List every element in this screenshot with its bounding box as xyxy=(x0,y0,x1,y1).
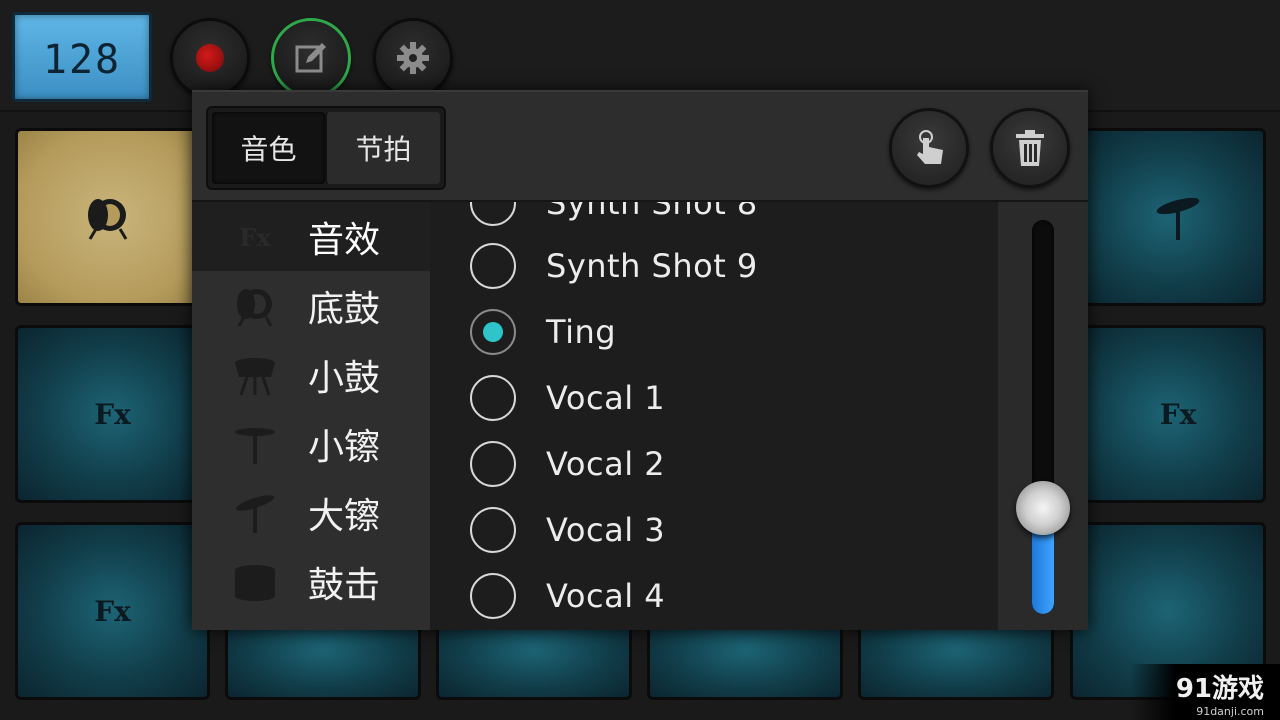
sound-radio[interactable] xyxy=(470,441,516,487)
tab-switcher: 音色 节拍 xyxy=(206,106,446,190)
category-item-drum-hit[interactable]: 鼓击 xyxy=(192,547,430,616)
category-list: Fx 音效 底鼓 小鼓 小镲 大镲 鼓击 xyxy=(192,202,430,630)
category-item-bass-drum[interactable]: 底鼓 xyxy=(192,271,430,340)
sound-item-selected[interactable]: Ting xyxy=(430,299,998,365)
sound-label: Vocal 4 xyxy=(546,577,666,615)
volume-panel xyxy=(998,202,1088,630)
settings-button[interactable] xyxy=(373,18,453,98)
category-item-sfx[interactable]: Fx 音效 xyxy=(192,202,430,271)
volume-slider-track[interactable] xyxy=(1032,220,1054,614)
tempo-display[interactable]: 128 xyxy=(12,12,152,102)
drum-hit-icon xyxy=(232,559,278,605)
pad-1-1[interactable] xyxy=(15,128,210,306)
tap-hand-icon xyxy=(917,130,943,164)
sound-radio[interactable] xyxy=(470,243,516,289)
fx-icon: Fx xyxy=(239,222,271,252)
category-label: 小镲 xyxy=(308,426,381,468)
dialog-header: 音色 节拍 xyxy=(192,90,1088,202)
sound-picker-dialog: 音色 节拍 Fx 音效 底鼓 小鼓 小镲 大镲 鼓击 Synth Shot 8 … xyxy=(192,90,1088,630)
sound-radio-selected[interactable] xyxy=(470,309,516,355)
crash-cymbal-icon xyxy=(232,490,278,536)
hihat-icon xyxy=(232,421,278,467)
tab-beat[interactable]: 节拍 xyxy=(325,112,440,184)
sound-item[interactable]: Vocal 2 xyxy=(430,431,998,497)
sound-item[interactable]: Vocal 4 xyxy=(430,563,998,629)
sound-label: Synth Shot 9 xyxy=(546,247,758,285)
sound-label: Synth Shot 8 xyxy=(546,202,758,222)
sound-list: Synth Shot 8 Synth Shot 9 Ting Vocal 1 V… xyxy=(430,202,998,630)
pad-1-6[interactable] xyxy=(1070,128,1266,306)
fx-icon: Fx xyxy=(1159,397,1197,431)
category-item-snare[interactable]: 小鼓 xyxy=(192,340,430,409)
sound-label: Vocal 2 xyxy=(546,445,666,483)
trash-icon xyxy=(1016,130,1044,166)
category-label: 小鼓 xyxy=(308,357,381,399)
sound-label: Vocal 3 xyxy=(546,511,666,549)
category-item-hihat[interactable]: 小镲 xyxy=(192,409,430,478)
watermark: 91游戏 91danji.com xyxy=(1130,664,1280,720)
sound-radio[interactable] xyxy=(470,573,516,619)
edit-button[interactable] xyxy=(271,18,351,98)
sound-item[interactable]: Synth Shot 9 xyxy=(430,233,998,299)
gear-icon xyxy=(397,42,429,74)
edit-icon xyxy=(295,43,326,73)
app-root: 128 Fx Fx Fx 音色 节拍 Fx 音效 底鼓 小鼓 小镲 大镲 鼓击 … xyxy=(0,0,1280,720)
sound-item[interactable]: Synth Shot 8 xyxy=(430,202,998,236)
record-button[interactable] xyxy=(170,18,250,98)
watermark-logo: 91游戏 xyxy=(1175,674,1264,704)
category-label: 鼓击 xyxy=(308,564,381,606)
tab-sound[interactable]: 音色 xyxy=(212,112,325,184)
fx-icon: Fx xyxy=(94,594,131,628)
pad-3-1[interactable]: Fx xyxy=(15,522,210,700)
category-label: 底鼓 xyxy=(308,288,381,330)
watermark-url: 91danji.com xyxy=(1196,705,1264,718)
category-item-crash[interactable]: 大镲 xyxy=(192,478,430,547)
tap-button[interactable] xyxy=(889,108,969,188)
fx-icon: Fx xyxy=(94,397,131,431)
category-label: 大镲 xyxy=(308,495,381,537)
delete-button[interactable] xyxy=(990,108,1070,188)
sound-label: Ting xyxy=(546,313,617,351)
tempo-value: 128 xyxy=(42,37,122,83)
sound-label: Vocal 1 xyxy=(546,379,666,417)
snare-drum-icon xyxy=(232,352,278,398)
bass-drum-icon xyxy=(87,199,127,240)
sound-item[interactable]: Vocal 3 xyxy=(430,497,998,563)
bass-drum-icon xyxy=(232,283,278,329)
sound-radio[interactable] xyxy=(470,375,516,421)
category-label: 音效 xyxy=(308,219,381,261)
sound-radio[interactable] xyxy=(470,202,516,226)
sound-radio[interactable] xyxy=(470,507,516,553)
record-icon xyxy=(196,44,224,72)
sound-item[interactable]: Vocal 1 xyxy=(430,365,998,431)
pad-2-1[interactable]: Fx xyxy=(15,325,210,503)
pad-2-6[interactable]: Fx xyxy=(1070,325,1266,503)
crash-cymbal-icon xyxy=(1156,197,1200,240)
volume-slider-knob[interactable] xyxy=(1016,481,1070,535)
